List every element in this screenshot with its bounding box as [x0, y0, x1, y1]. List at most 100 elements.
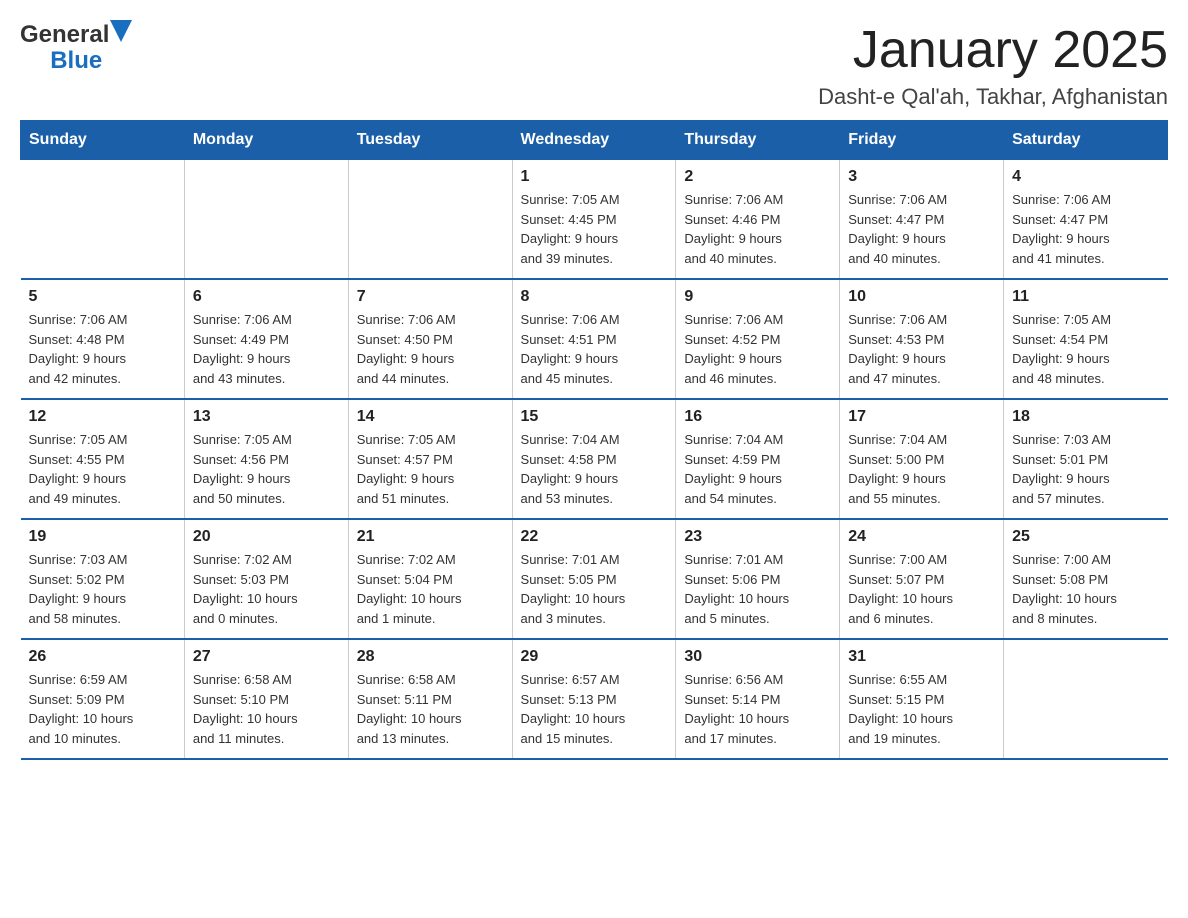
title-section: January 2025 Dasht-e Qal'ah, Takhar, Afg…: [818, 20, 1168, 110]
day-info: Sunrise: 7:04 AM Sunset: 4:58 PM Dayligh…: [521, 430, 668, 508]
day-number: 16: [684, 408, 831, 426]
day-cell: 22 Sunrise: 7:01 AM Sunset: 5:05 PM Dayli…: [512, 519, 676, 639]
day-info: Sunrise: 7:02 AM Sunset: 5:03 PM Dayligh…: [193, 550, 340, 628]
day-cell: 1 Sunrise: 7:05 AM Sunset: 4:45 PM Daylig…: [512, 160, 676, 280]
day-cell: 2 Sunrise: 7:06 AM Sunset: 4:46 PM Daylig…: [676, 160, 840, 280]
day-info: Sunrise: 7:06 AM Sunset: 4:47 PM Dayligh…: [1012, 190, 1159, 268]
day-number: 22: [521, 528, 668, 546]
day-cell: 23 Sunrise: 7:01 AM Sunset: 5:06 PM Dayli…: [676, 519, 840, 639]
day-cell: [1004, 639, 1168, 759]
day-cell: 8 Sunrise: 7:06 AM Sunset: 4:51 PM Daylig…: [512, 279, 676, 399]
day-number: 15: [521, 408, 668, 426]
day-cell: 30Sunrise: 6:56 AM Sunset: 5:14 PM Dayli…: [676, 639, 840, 759]
day-number: 29: [521, 648, 668, 666]
logo-triangle-icon: [110, 20, 132, 42]
day-number: 30: [684, 648, 831, 666]
day-info: Sunrise: 6:55 AM Sunset: 5:15 PM Dayligh…: [848, 670, 995, 748]
day-info: Sunrise: 7:06 AM Sunset: 4:53 PM Dayligh…: [848, 310, 995, 388]
header-row: SundayMondayTuesdayWednesdayThursdayFrid…: [21, 121, 1168, 160]
calendar-header: SundayMondayTuesdayWednesdayThursdayFrid…: [21, 121, 1168, 160]
day-number: 21: [357, 528, 504, 546]
day-info: Sunrise: 7:05 AM Sunset: 4:55 PM Dayligh…: [29, 430, 176, 508]
day-cell: 7Sunrise: 7:06 AM Sunset: 4:50 PM Daylig…: [348, 279, 512, 399]
page-title: January 2025: [818, 20, 1168, 80]
day-cell: 4 Sunrise: 7:06 AM Sunset: 4:47 PM Daylig…: [1004, 160, 1168, 280]
day-number: 24: [848, 528, 995, 546]
day-cell: 20Sunrise: 7:02 AM Sunset: 5:03 PM Dayli…: [184, 519, 348, 639]
day-cell: 14 Sunrise: 7:05 AM Sunset: 4:57 PM Dayli…: [348, 399, 512, 519]
day-cell: [184, 160, 348, 280]
day-number: 26: [29, 648, 176, 666]
day-info: Sunrise: 7:01 AM Sunset: 5:06 PM Dayligh…: [684, 550, 831, 628]
day-number: 31: [848, 648, 995, 666]
week-row-3: 19Sunrise: 7:03 AM Sunset: 5:02 PM Dayli…: [21, 519, 1168, 639]
day-info: Sunrise: 7:06 AM Sunset: 4:48 PM Dayligh…: [29, 310, 176, 388]
day-info: Sunrise: 7:06 AM Sunset: 4:51 PM Dayligh…: [521, 310, 668, 388]
day-info: Sunrise: 7:00 AM Sunset: 5:08 PM Dayligh…: [1012, 550, 1159, 628]
day-number: 2: [684, 168, 831, 186]
day-info: Sunrise: 7:02 AM Sunset: 5:04 PM Dayligh…: [357, 550, 504, 628]
day-cell: [348, 160, 512, 280]
page-subtitle: Dasht-e Qal'ah, Takhar, Afghanistan: [818, 84, 1168, 110]
day-cell: 21 Sunrise: 7:02 AM Sunset: 5:04 PM Dayli…: [348, 519, 512, 639]
day-cell: 31 Sunrise: 6:55 AM Sunset: 5:15 PM Dayli…: [840, 639, 1004, 759]
logo-general-text: General: [20, 21, 109, 49]
day-info: Sunrise: 7:01 AM Sunset: 5:05 PM Dayligh…: [521, 550, 668, 628]
day-info: Sunrise: 6:59 AM Sunset: 5:09 PM Dayligh…: [29, 670, 176, 748]
page-header: General Blue January 2025 Dasht-e Qal'ah…: [20, 20, 1168, 110]
logo-blue-text: Blue: [50, 47, 102, 74]
day-number: 9: [684, 288, 831, 306]
day-cell: 5 Sunrise: 7:06 AM Sunset: 4:48 PM Daylig…: [21, 279, 185, 399]
day-cell: 3Sunrise: 7:06 AM Sunset: 4:47 PM Daylig…: [840, 160, 1004, 280]
day-info: Sunrise: 7:06 AM Sunset: 4:49 PM Dayligh…: [193, 310, 340, 388]
day-info: Sunrise: 7:06 AM Sunset: 4:52 PM Dayligh…: [684, 310, 831, 388]
calendar-table: SundayMondayTuesdayWednesdayThursdayFrid…: [20, 120, 1168, 760]
day-number: 18: [1012, 408, 1159, 426]
header-thursday: Thursday: [676, 121, 840, 160]
day-number: 11: [1012, 288, 1159, 306]
logo: General Blue: [20, 20, 132, 75]
calendar-body: 1 Sunrise: 7:05 AM Sunset: 4:45 PM Daylig…: [21, 160, 1168, 760]
day-number: 13: [193, 408, 340, 426]
day-number: 7: [357, 288, 504, 306]
logo-icon: General Blue: [20, 20, 132, 75]
week-row-4: 26 Sunrise: 6:59 AM Sunset: 5:09 PM Dayli…: [21, 639, 1168, 759]
day-number: 17: [848, 408, 995, 426]
header-sunday: Sunday: [21, 121, 185, 160]
day-cell: [21, 160, 185, 280]
header-tuesday: Tuesday: [348, 121, 512, 160]
day-cell: 28Sunrise: 6:58 AM Sunset: 5:11 PM Dayli…: [348, 639, 512, 759]
header-wednesday: Wednesday: [512, 121, 676, 160]
day-number: 23: [684, 528, 831, 546]
day-number: 27: [193, 648, 340, 666]
header-saturday: Saturday: [1004, 121, 1168, 160]
day-info: Sunrise: 7:05 AM Sunset: 4:57 PM Dayligh…: [357, 430, 504, 508]
day-cell: 19Sunrise: 7:03 AM Sunset: 5:02 PM Dayli…: [21, 519, 185, 639]
week-row-2: 12 Sunrise: 7:05 AM Sunset: 4:55 PM Dayli…: [21, 399, 1168, 519]
day-info: Sunrise: 7:05 AM Sunset: 4:45 PM Dayligh…: [521, 190, 668, 268]
day-cell: 27Sunrise: 6:58 AM Sunset: 5:10 PM Dayli…: [184, 639, 348, 759]
day-number: 6: [193, 288, 340, 306]
day-number: 4: [1012, 168, 1159, 186]
day-number: 12: [29, 408, 176, 426]
day-number: 3: [848, 168, 995, 186]
day-info: Sunrise: 7:00 AM Sunset: 5:07 PM Dayligh…: [848, 550, 995, 628]
day-info: Sunrise: 7:03 AM Sunset: 5:02 PM Dayligh…: [29, 550, 176, 628]
header-friday: Friday: [840, 121, 1004, 160]
day-cell: 15 Sunrise: 7:04 AM Sunset: 4:58 PM Dayli…: [512, 399, 676, 519]
day-cell: 29 Sunrise: 6:57 AM Sunset: 5:13 PM Dayli…: [512, 639, 676, 759]
day-cell: 16Sunrise: 7:04 AM Sunset: 4:59 PM Dayli…: [676, 399, 840, 519]
day-cell: 18 Sunrise: 7:03 AM Sunset: 5:01 PM Dayli…: [1004, 399, 1168, 519]
day-number: 1: [521, 168, 668, 186]
day-cell: 17Sunrise: 7:04 AM Sunset: 5:00 PM Dayli…: [840, 399, 1004, 519]
day-number: 14: [357, 408, 504, 426]
day-cell: 12 Sunrise: 7:05 AM Sunset: 4:55 PM Dayli…: [21, 399, 185, 519]
day-info: Sunrise: 7:03 AM Sunset: 5:01 PM Dayligh…: [1012, 430, 1159, 508]
day-number: 25: [1012, 528, 1159, 546]
day-info: Sunrise: 7:06 AM Sunset: 4:46 PM Dayligh…: [684, 190, 831, 268]
day-cell: 26 Sunrise: 6:59 AM Sunset: 5:09 PM Dayli…: [21, 639, 185, 759]
day-info: Sunrise: 6:58 AM Sunset: 5:11 PM Dayligh…: [357, 670, 504, 748]
day-number: 8: [521, 288, 668, 306]
day-number: 5: [29, 288, 176, 306]
day-info: Sunrise: 6:57 AM Sunset: 5:13 PM Dayligh…: [521, 670, 668, 748]
